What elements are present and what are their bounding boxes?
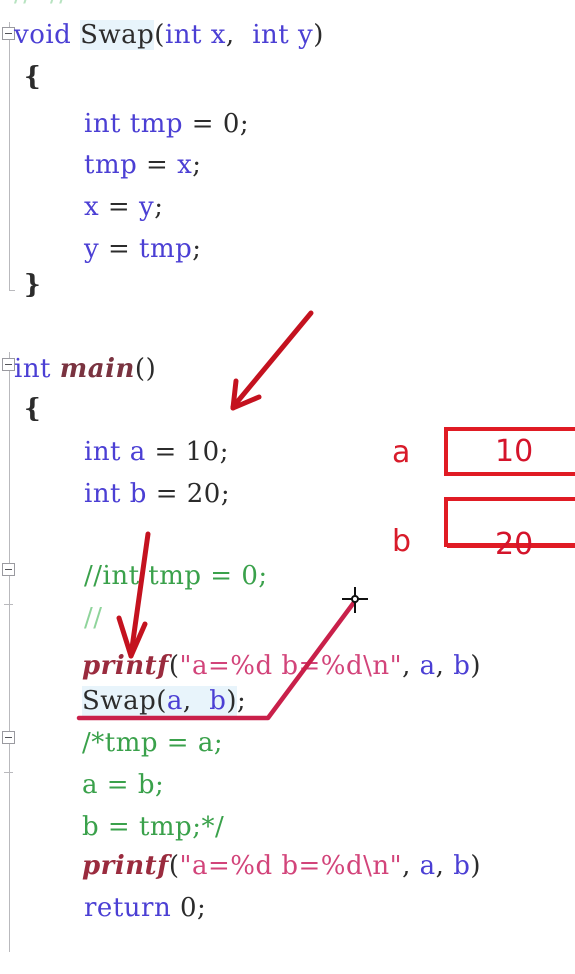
code-line-swap-call[interactable]: Swap(a, b); bbox=[82, 680, 246, 722]
code-line-x-assign-y[interactable]: x = y; bbox=[84, 186, 163, 228]
token-format-string-1: "a=%d b=%d\n" bbox=[179, 651, 403, 681]
code-line-y-assign-tmp[interactable]: y = tmp; bbox=[84, 228, 202, 270]
editor-canvas: // // void Swap(int x, int y) { int tmp … bbox=[0, 0, 575, 974]
crosshair-center-dot bbox=[351, 595, 359, 603]
token-var-y: y bbox=[139, 192, 155, 222]
token-keyword-int-a: int bbox=[84, 437, 122, 467]
token-var-b: b bbox=[129, 479, 147, 509]
code-line-tmp-decl[interactable]: int tmp = 0; bbox=[84, 103, 249, 145]
token-fn-swap-call: Swap bbox=[82, 686, 157, 716]
token-keyword-int-y: int bbox=[252, 20, 290, 50]
clipped-comment-line: // // bbox=[14, 0, 69, 14]
token-open-brace-swap: { bbox=[24, 62, 42, 92]
token-format-string-2: "a=%d b=%d\n" bbox=[179, 851, 403, 881]
token-var-tmp-2: tmp bbox=[84, 150, 138, 180]
token-keyword-int-x: int bbox=[164, 20, 202, 50]
token-keyword-int-b: int bbox=[84, 479, 122, 509]
code-line-swap-close-brace[interactable]: } bbox=[24, 264, 41, 306]
token-keyword-int-main: int bbox=[14, 354, 52, 384]
token-fn-swap: Swap bbox=[80, 20, 155, 50]
token-var-a: a bbox=[129, 437, 146, 467]
token-fn-printf-2: printf bbox=[82, 851, 169, 881]
code-line-tmp-assign-x[interactable]: tmp = x; bbox=[84, 144, 202, 186]
token-var-x-2: x bbox=[84, 192, 100, 222]
token-arg-a-2: a bbox=[419, 851, 436, 881]
token-var-tmp: tmp bbox=[129, 109, 184, 139]
token-var-y-2: y bbox=[84, 234, 100, 264]
token-literal-0: 0 bbox=[222, 109, 240, 139]
code-line-main-open-brace[interactable]: { bbox=[24, 388, 41, 430]
value-box-label-a: a bbox=[392, 435, 411, 470]
token-arg-b-1: b bbox=[453, 651, 471, 681]
token-fn-printf-1: printf bbox=[82, 651, 169, 681]
code-line-comment-empty[interactable]: // bbox=[84, 597, 103, 639]
code-line-block-comment-open[interactable]: /*tmp = a; bbox=[82, 722, 223, 764]
token-arg-b-swap: b bbox=[209, 686, 227, 716]
code-line-swap-open-brace[interactable]: { bbox=[24, 56, 41, 98]
value-box-value-a: 10 bbox=[495, 434, 534, 469]
code-line-swap-signature[interactable]: void Swap(int x, int y) bbox=[14, 14, 324, 56]
token-literal-return-0: 0 bbox=[179, 893, 197, 923]
token-arg-a-1: a bbox=[419, 651, 436, 681]
crosshair-cursor bbox=[342, 587, 368, 613]
value-box-value-b: 20 bbox=[495, 527, 534, 562]
value-box-label-b: b bbox=[392, 524, 412, 559]
token-literal-10: 10 bbox=[185, 437, 220, 467]
token-keyword-int: int bbox=[84, 109, 122, 139]
token-var-tmp-3: tmp bbox=[139, 234, 193, 264]
code-line-block-comment-mid[interactable]: a = b; bbox=[82, 764, 164, 806]
code-line-main-signature[interactable]: int main() bbox=[14, 348, 156, 390]
token-close-brace-swap: } bbox=[24, 270, 42, 300]
token-param-y: y bbox=[297, 20, 314, 50]
token-var-x: x bbox=[177, 150, 193, 180]
token-keyword-return: return bbox=[84, 893, 172, 923]
token-open-brace-main: { bbox=[24, 394, 42, 424]
code-line-printf-after[interactable]: printf("a=%d b=%d\n", a, b) bbox=[82, 845, 481, 887]
code-line-return[interactable]: return 0; bbox=[84, 887, 206, 929]
code-line-a-decl[interactable]: int a = 10; bbox=[84, 431, 229, 473]
token-literal-20: 20 bbox=[186, 479, 221, 509]
token-param-x: x bbox=[210, 20, 226, 50]
token-keyword-void: void bbox=[14, 20, 72, 50]
code-line-block-comment-close[interactable]: b = tmp;*/ bbox=[82, 806, 224, 848]
code-line-b-decl[interactable]: int b = 20; bbox=[84, 473, 230, 515]
code-line-comment-tmp[interactable]: //int tmp = 0; bbox=[84, 555, 268, 597]
token-arg-a-swap: a bbox=[166, 686, 183, 716]
code-text-area[interactable]: // // void Swap(int x, int y) { int tmp … bbox=[0, 0, 575, 974]
token-fn-main: main bbox=[59, 354, 135, 384]
token-arg-b-2: b bbox=[453, 851, 471, 881]
